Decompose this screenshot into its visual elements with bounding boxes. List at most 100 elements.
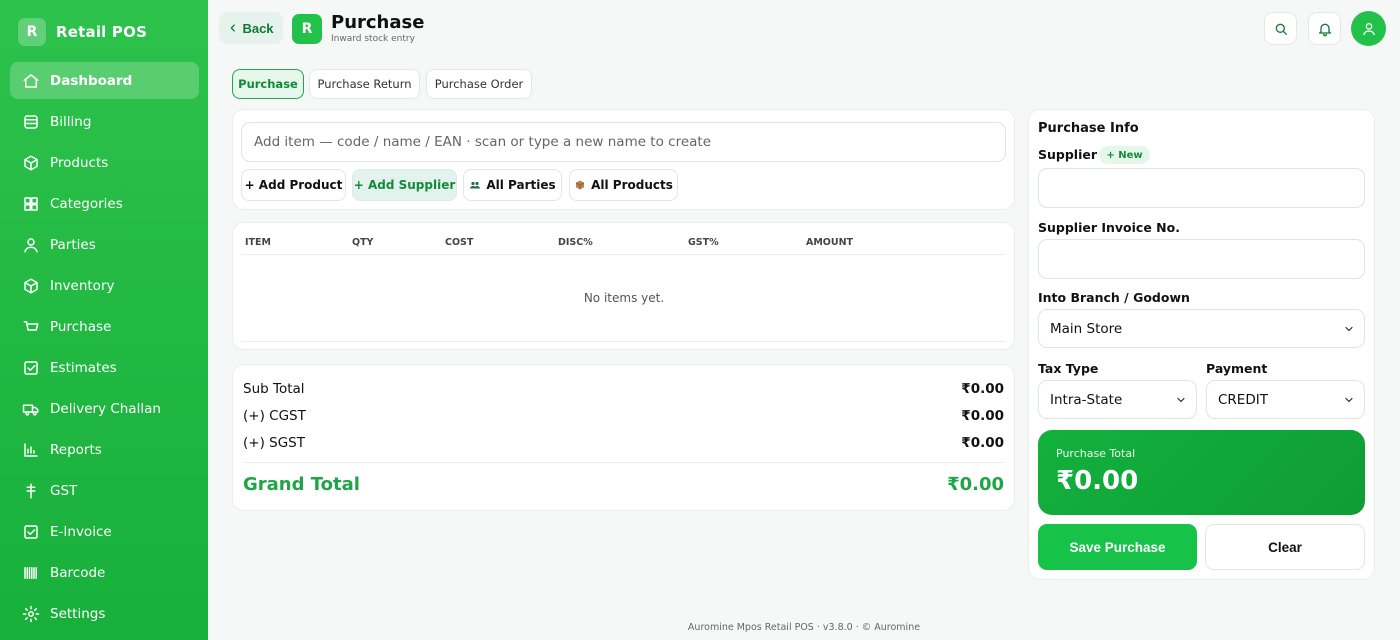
chevron-down-icon [1343,323,1355,335]
user-avatar[interactable] [1351,11,1386,46]
sidebar-nav: Dashboard Billing Products Categories Pa… [10,62,199,636]
supplier-invoice-label: Supplier Invoice No. [1038,220,1180,235]
clear-button[interactable]: Clear [1205,524,1365,570]
back-button[interactable]: Back [219,12,283,44]
receipt-icon [22,523,40,541]
all-products-button[interactable]: All Products [569,169,678,201]
add-supplier-button[interactable]: + Add Supplier [352,169,457,201]
search-button[interactable] [1264,12,1297,45]
sidebar-item-billing[interactable]: Billing [10,103,199,140]
payment-select[interactable]: CREDIT [1206,380,1365,419]
box-icon [22,154,40,172]
tab-purchase[interactable]: Purchase [232,69,304,99]
branch-select[interactable]: Main Store [1038,309,1365,348]
gear-icon [22,605,40,623]
notifications-button[interactable] [1308,12,1341,45]
sub-total-label: Sub Total [243,381,305,397]
sidebar-item-label: Barcode [50,564,106,581]
chevron-down-icon [1175,394,1187,406]
sidebar-item-gst[interactable]: GST [10,472,199,509]
branch-label: Into Branch / Godown [1038,290,1190,305]
item-search-input[interactable] [241,122,1006,162]
supplier-invoice-input[interactable] [1038,239,1365,279]
page-subtitle: Inward stock entry [331,34,415,44]
save-purchase-button[interactable]: Save Purchase [1038,524,1197,570]
tax-type-select[interactable]: Intra-State [1038,380,1197,419]
all-parties-button[interactable]: All Parties [463,169,562,201]
package-icon [574,179,586,191]
page-logo: R [292,14,322,44]
brand-name: Retail POS [56,23,148,41]
totals-divider [243,462,1004,463]
sidebar-item-barcode[interactable]: Barcode [10,554,199,591]
empty-table-message: No items yet. [583,291,665,305]
sidebar-item-label: Parties [50,236,96,253]
user-icon [1361,21,1377,37]
sidebar-item-settings[interactable]: Settings [10,595,199,632]
tab-purchase-order[interactable]: Purchase Order [426,69,532,99]
sidebar-item-delivery-challan[interactable]: Delivery Challan [10,390,199,427]
sidebar-item-label: Dashboard [50,72,133,89]
all-parties-label: All Parties [486,178,556,192]
brand-logo: R [18,18,46,46]
bell-icon [1317,21,1333,37]
column-header-cost: COST [445,237,474,248]
tax-type-label: Tax Type [1038,361,1099,376]
table-footer-divider [241,341,1006,342]
sidebar-item-label: Estimates [50,359,117,376]
table-header-divider [241,254,1006,255]
all-products-label: All Products [591,178,673,192]
sidebar-item-label: Billing [50,113,92,130]
bar-chart-icon [22,441,40,459]
sidebar-item-reports[interactable]: Reports [10,431,199,468]
sidebar-item-label: GST [50,482,78,499]
rupee-icon [22,482,40,500]
column-header-amount: AMOUNT [806,237,854,248]
billing-icon [22,113,40,131]
cgst-value: ₹0.00 [961,408,1004,424]
checkbox-icon [22,359,40,377]
back-label: Back [242,20,274,36]
new-supplier-button[interactable]: + New [1099,146,1150,164]
sidebar-item-label: Categories [50,195,123,212]
grid-icon [22,195,40,213]
payment-label: Payment [1206,361,1268,376]
add-product-button[interactable]: + Add Product [241,169,346,201]
purchase-info-title: Purchase Info [1038,121,1139,136]
sidebar-item-products[interactable]: Products [10,144,199,181]
truck-icon [22,400,40,418]
sidebar-item-inventory[interactable]: Inventory [10,267,199,304]
sidebar-item-parties[interactable]: Parties [10,226,199,263]
sidebar-item-categories[interactable]: Categories [10,185,199,222]
branch-value: Main Store [1050,320,1123,337]
sidebar-item-e-invoice[interactable]: E-Invoice [10,513,199,550]
people-icon [469,179,481,191]
page-title: Purchase [331,12,425,33]
column-header-gst: GST% [688,237,719,248]
sidebar-item-label: Inventory [50,277,115,294]
cgst-label: (+) CGST [243,408,306,424]
tax-type-value: Intra-State [1050,391,1123,408]
sidebar-item-purchase[interactable]: Purchase [10,308,199,345]
sidebar-item-estimates[interactable]: Estimates [10,349,199,386]
tab-purchase-return[interactable]: Purchase Return [309,69,420,99]
home-icon [22,72,40,90]
sidebar-item-label: Delivery Challan [50,400,161,417]
supplier-input[interactable] [1038,168,1365,208]
sidebar-item-dashboard[interactable]: Dashboard [10,62,199,99]
column-header-disc: DISC% [558,237,593,248]
sidebar-item-label: Purchase [50,318,112,335]
barcode-icon [22,564,40,582]
sidebar-item-label: Reports [50,441,102,458]
sidebar-item-label: Products [50,154,109,171]
brand: R Retail POS [18,18,147,46]
column-header-item: ITEM [245,237,271,248]
column-header-qty: QTY [352,237,374,248]
chevron-down-icon [1343,394,1355,406]
sidebar: R Retail POS Dashboard Billing Products … [0,0,208,640]
sidebar-item-label: E-Invoice [50,523,112,540]
cart-icon [22,318,40,336]
sgst-label: (+) SGST [243,435,305,451]
payment-value: CREDIT [1218,391,1268,408]
items-table-card [232,222,1015,350]
